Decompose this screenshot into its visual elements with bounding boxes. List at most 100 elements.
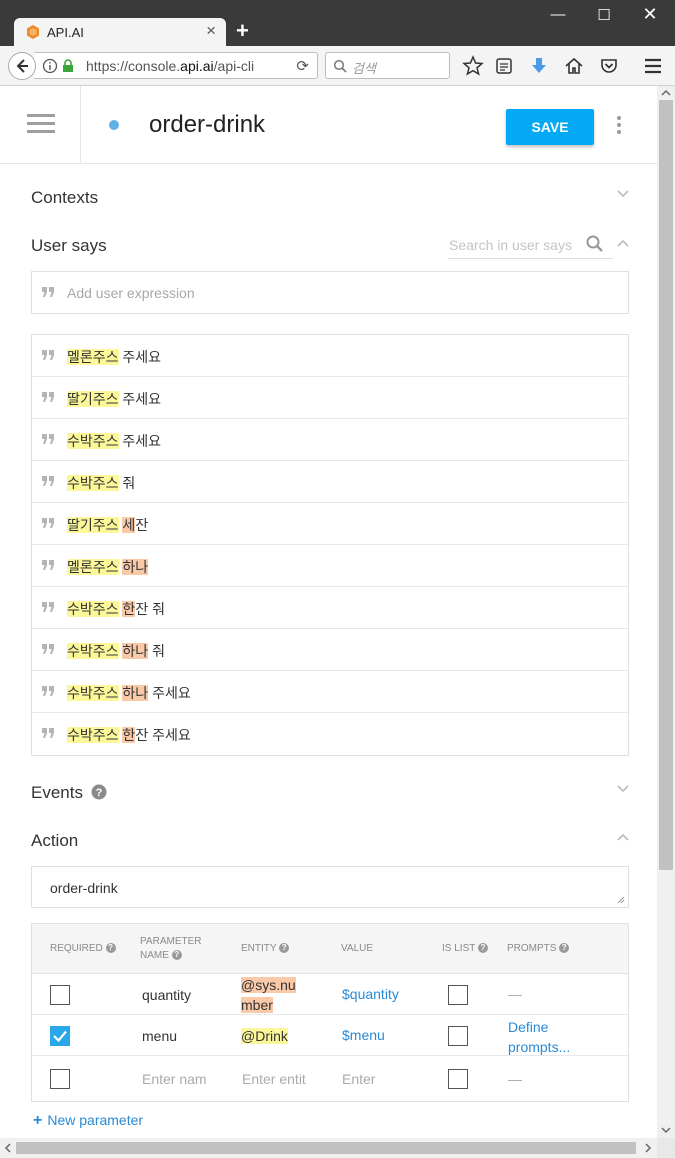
annotated-entity[interactable]: 하나 [122, 685, 149, 701]
scroll-right-icon[interactable] [644, 1143, 652, 1153]
help-icon[interactable]: ? [105, 943, 116, 954]
user-says-text[interactable]: 멜론주스 하나 [67, 557, 149, 577]
browser-tab[interactable]: API.AI × [14, 18, 226, 46]
annotated-entity[interactable]: 한 [122, 601, 136, 617]
annotated-entity[interactable]: 딸기주스 [67, 391, 119, 407]
required-checkbox[interactable] [50, 1069, 70, 1089]
user-says-row[interactable]: 수박주스 줘 [32, 461, 628, 503]
contexts-title[interactable]: Contexts [31, 188, 98, 208]
annotated-entity[interactable]: 수박주스 [67, 601, 119, 617]
annotated-entity[interactable]: 수박주스 [67, 685, 119, 701]
user-says-text[interactable]: 수박주스 하나 주세요 [67, 683, 191, 703]
help-icon[interactable]: ? [559, 943, 570, 954]
annotated-entity[interactable]: 수박주스 [67, 727, 119, 743]
user-says-text[interactable]: 딸기주스 세잔 [67, 515, 148, 535]
user-says-text[interactable]: 수박주스 주세요 [67, 431, 161, 451]
user-says-text[interactable]: 수박주스 줘 [67, 473, 135, 493]
minimize-icon[interactable]: — [548, 6, 568, 23]
annotated-entity[interactable]: 수박주스 [67, 475, 119, 491]
user-says-row[interactable]: 수박주스 한잔 주세요 [32, 713, 628, 755]
parameter-entity[interactable]: @Drink [241, 1026, 288, 1046]
parameter-name[interactable]: menu [142, 1028, 177, 1044]
vertical-scroll-thumb[interactable] [659, 100, 673, 870]
is-list-checkbox[interactable] [448, 985, 468, 1005]
user-says-row[interactable]: 멜론주스 주세요 [32, 335, 628, 377]
user-says-row[interactable]: 딸기주스 주세요 [32, 377, 628, 419]
chevron-down-icon[interactable] [616, 784, 630, 794]
user-says-text[interactable]: 수박주스 하나 줘 [67, 641, 165, 661]
maximize-icon[interactable]: ☐ [594, 6, 614, 24]
user-says-row[interactable]: 수박주스 하나 주세요 [32, 671, 628, 713]
user-says-row[interactable]: 수박주스 하나 줘 [32, 629, 628, 671]
events-title[interactable]: Events ? [31, 783, 107, 803]
user-says-text[interactable]: 수박주스 한잔 주세요 [67, 725, 191, 745]
more-options-icon[interactable] [617, 116, 623, 137]
scroll-down-icon[interactable] [661, 1126, 671, 1134]
parameter-value-input[interactable]: Enter [342, 1071, 375, 1087]
annotated-entity[interactable]: 딸기주스 [67, 517, 119, 533]
url-bar[interactable]: https://console.api.ai/api-cli ⟳ [34, 52, 318, 79]
is-list-checkbox[interactable] [448, 1069, 468, 1089]
user-says-row[interactable]: 딸기주스 세잔 [32, 503, 628, 545]
chevron-up-icon[interactable] [616, 832, 630, 842]
define-prompts-link[interactable]: Define prompts... [508, 1017, 570, 1057]
user-says-row[interactable]: 멜론주스 하나 [32, 545, 628, 587]
action-name-input[interactable]: order-drink [31, 866, 629, 908]
search-icon[interactable] [585, 234, 605, 254]
vertical-scrollbar[interactable] [657, 86, 675, 1138]
required-checkbox[interactable] [50, 1026, 70, 1046]
parameter-entity-input[interactable]: Enter entit [242, 1071, 306, 1087]
help-icon[interactable]: ? [171, 950, 182, 961]
parameter-entity[interactable]: @sys.nu mber [241, 975, 296, 1015]
info-icon[interactable] [42, 58, 58, 74]
add-user-expression-input[interactable]: Add user expression [31, 271, 629, 314]
horizontal-scroll-thumb[interactable] [16, 1142, 636, 1154]
parameter-value[interactable]: $menu [342, 1027, 385, 1043]
annotated-entity[interactable]: 수박주스 [67, 643, 119, 659]
chevron-down-icon[interactable] [616, 189, 630, 199]
close-window-icon[interactable]: ✕ [640, 4, 660, 25]
browser-search-input[interactable]: 검색 [325, 52, 450, 79]
annotated-entity[interactable]: 한 [122, 727, 136, 743]
pocket-icon[interactable] [598, 55, 620, 77]
back-button[interactable] [8, 52, 36, 80]
is-list-checkbox[interactable] [448, 1026, 468, 1046]
annotated-entity[interactable]: 수박주스 [67, 433, 119, 449]
help-icon[interactable]: ? [477, 943, 488, 954]
tab-close-icon[interactable]: × [206, 21, 216, 41]
save-button[interactable]: SAVE [506, 109, 594, 145]
annotated-entity[interactable]: 하나 [122, 643, 149, 659]
user-says-row[interactable]: 수박주스 한잔 줘 [32, 587, 628, 629]
required-checkbox[interactable] [50, 985, 70, 1005]
chevron-up-icon[interactable] [616, 238, 630, 248]
horizontal-scrollbar[interactable] [0, 1138, 657, 1158]
new-tab-icon[interactable]: + [236, 18, 249, 44]
menu-icon[interactable] [642, 55, 664, 77]
action-title[interactable]: Action [31, 831, 78, 851]
reading-list-icon[interactable] [493, 55, 515, 77]
annotated-entity[interactable]: 멜론주스 [67, 349, 119, 365]
parameter-name[interactable]: quantity [142, 987, 191, 1003]
annotated-entity[interactable]: 멜론주스 [67, 559, 119, 575]
annotated-entity[interactable]: 하나 [122, 559, 149, 575]
reload-icon[interactable]: ⟳ [296, 57, 309, 75]
user-says-text[interactable]: 수박주스 한잔 줘 [67, 599, 165, 619]
hamburger-menu-icon[interactable] [27, 114, 55, 138]
bookmark-star-icon[interactable] [462, 55, 484, 77]
user-says-row[interactable]: 수박주스 주세요 [32, 419, 628, 461]
help-icon[interactable]: ? [91, 784, 107, 800]
scroll-up-icon[interactable] [661, 89, 671, 97]
scroll-left-icon[interactable] [4, 1143, 12, 1153]
new-parameter-link[interactable]: + New parameter [33, 1112, 143, 1130]
user-says-title[interactable]: User says [31, 236, 107, 256]
download-icon[interactable] [528, 55, 550, 77]
intent-name[interactable]: order-drink [149, 111, 265, 139]
annotated-entity[interactable]: 세 [122, 517, 136, 533]
user-says-search-input[interactable]: Search in user says [448, 231, 613, 259]
parameter-name-input[interactable]: Enter nam [142, 1071, 207, 1087]
parameter-value[interactable]: $quantity [342, 986, 399, 1002]
help-icon[interactable]: ? [279, 943, 290, 954]
user-says-text[interactable]: 딸기주스 주세요 [67, 389, 161, 409]
home-icon[interactable] [563, 55, 585, 77]
user-says-text[interactable]: 멜론주스 주세요 [67, 347, 161, 367]
